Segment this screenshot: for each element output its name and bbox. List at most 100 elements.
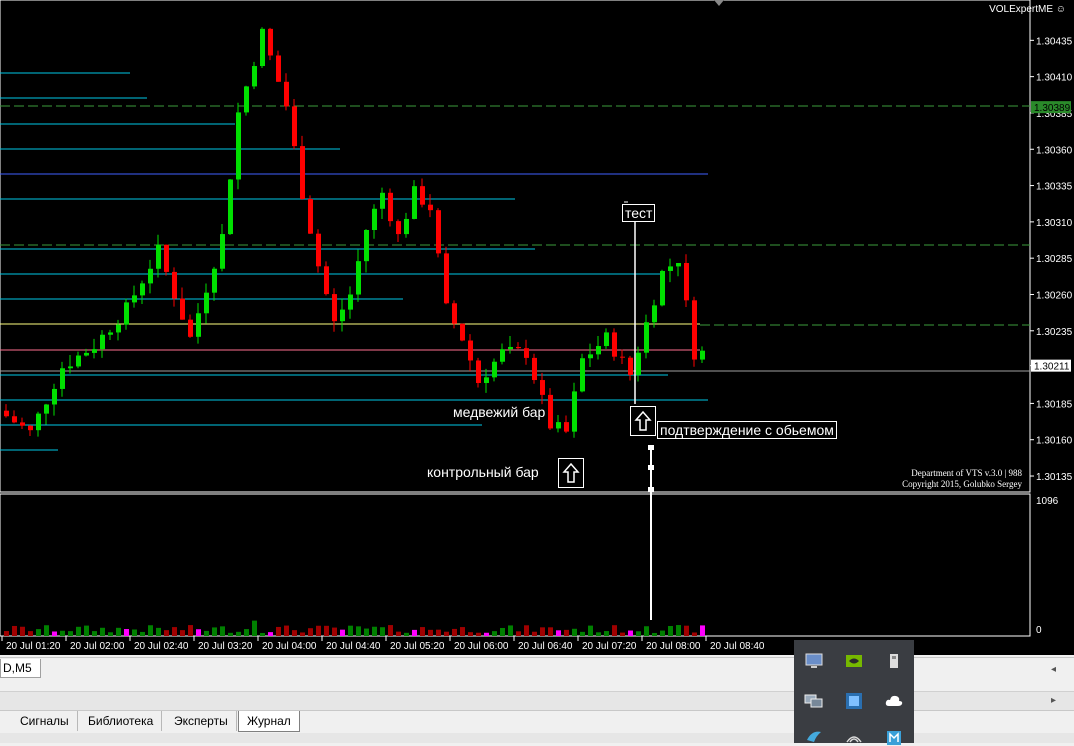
- test-annotation: тест: [622, 204, 656, 222]
- time-tick-label: 20 Jul 03:20: [198, 641, 253, 652]
- candle-body: [588, 354, 593, 359]
- price-tick-label: 1.30285: [1036, 254, 1073, 265]
- volume-bar: [460, 627, 465, 636]
- volume-bar: [436, 629, 441, 636]
- time-tick-label: 20 Jul 07:20: [582, 641, 637, 652]
- confirmation-annotation: подтверждение с обьемом: [657, 421, 837, 439]
- candle-body: [700, 350, 705, 360]
- control-bar-arrow-icon: [558, 458, 584, 488]
- wifi-icon[interactable]: [844, 728, 864, 746]
- candle-body: [596, 346, 601, 355]
- volume-bar: [52, 631, 57, 636]
- indicator-name: VOLExpertME ☺: [989, 4, 1066, 15]
- price-tick-label: 1.30410: [1036, 73, 1073, 84]
- volume-bar: [132, 629, 137, 636]
- volume-bar: [316, 625, 321, 636]
- chart-shift-marker: [714, 0, 724, 6]
- cloud-icon[interactable]: [884, 692, 904, 710]
- volume-bar: [700, 625, 705, 636]
- candle-body: [580, 358, 585, 392]
- volume-bar: [668, 626, 673, 636]
- volume-bar: [292, 630, 297, 636]
- volume-bar: [652, 632, 657, 636]
- tab-journal[interactable]: Журнал: [238, 711, 300, 732]
- candle-body: [428, 204, 433, 211]
- candle-body: [92, 349, 97, 353]
- candle-body: [476, 360, 481, 384]
- chart-area[interactable]: 1.30435 1.30410 1.30385 1.30360 1.30335 1.303…: [0, 0, 1074, 655]
- volume-bar: [220, 626, 225, 636]
- volume-bar: [268, 632, 273, 636]
- candle-body: [356, 261, 361, 295]
- candle-body: [396, 221, 401, 235]
- network-computers-icon[interactable]: [804, 692, 824, 710]
- volume-bar: [300, 632, 305, 636]
- scroll-left-icon[interactable]: ◂: [1051, 664, 1056, 675]
- candle-body: [532, 357, 537, 381]
- candle-body: [244, 86, 249, 113]
- candle-body: [292, 106, 297, 147]
- volume-bar: [364, 628, 369, 636]
- volume-bar: [4, 631, 9, 636]
- price-tick-label: 1.30310: [1036, 218, 1073, 229]
- candle-body: [492, 361, 497, 378]
- price-chart[interactable]: 1.304351.304101.303851.303601.303351.303…: [0, 0, 1074, 655]
- candle-body: [4, 410, 9, 417]
- volume-bar: [228, 632, 233, 636]
- candle-body: [124, 302, 129, 325]
- volume-bar: [124, 629, 129, 636]
- time-tick-label: 20 Jul 02:00: [70, 641, 125, 652]
- volume-bar: [524, 625, 529, 636]
- candle-body: [300, 146, 305, 199]
- candle-body: [572, 391, 577, 432]
- volume-bar: [596, 632, 601, 636]
- volume-bar: [204, 630, 209, 636]
- volume-bar: [508, 625, 513, 636]
- volume-bar: [36, 629, 41, 636]
- candle-body: [76, 355, 81, 367]
- bird-icon[interactable]: [804, 728, 824, 746]
- chart-tab-symbol[interactable]: D,M5: [0, 659, 41, 678]
- candle-body: [612, 332, 617, 357]
- candle-body: [20, 422, 25, 426]
- candle-body: [220, 234, 225, 269]
- volume-bar: [380, 627, 385, 636]
- marker-point: [648, 465, 654, 470]
- price-tick-label: 1.30135: [1036, 472, 1073, 483]
- candle-body: [484, 377, 489, 384]
- tab-signals[interactable]: Сигналы: [12, 711, 78, 731]
- marker-point: [648, 487, 654, 492]
- tab-experts[interactable]: Эксперты: [166, 711, 237, 731]
- time-tick-label: 20 Jul 05:20: [390, 641, 445, 652]
- volume-bar: [372, 626, 377, 636]
- scroll-right-icon[interactable]: ▸: [1051, 695, 1056, 706]
- volume-bar: [476, 632, 481, 636]
- volume-bar: [260, 632, 265, 636]
- price-tick-label: 1.30435: [1036, 36, 1073, 47]
- time-tick-label: 20 Jul 08:40: [710, 641, 765, 652]
- usb-drive-icon[interactable]: [884, 652, 904, 670]
- candle-body: [188, 319, 193, 337]
- volume-bar: [60, 630, 65, 636]
- nvidia-icon[interactable]: [844, 652, 864, 670]
- volume-bar: [604, 631, 609, 636]
- candle-body: [444, 253, 449, 304]
- volume-bar: [396, 631, 401, 636]
- candle-body: [620, 356, 625, 358]
- volume-bar: [644, 626, 649, 636]
- volume-bar: [100, 627, 105, 636]
- candle-body: [524, 348, 529, 358]
- candle-body: [668, 266, 673, 271]
- keyboard-layout-icon[interactable]: [844, 692, 864, 710]
- candle-body: [100, 334, 105, 350]
- volume-bar: [196, 629, 201, 636]
- volume-bar: [628, 630, 633, 636]
- candle-body: [564, 422, 569, 432]
- mail-icon[interactable]: [884, 728, 904, 746]
- tab-library[interactable]: Библиотека: [80, 711, 163, 731]
- volume-bar: [660, 630, 665, 636]
- volume-bar: [284, 625, 289, 636]
- volume-bar: [164, 630, 169, 636]
- monitor-icon[interactable]: [804, 652, 824, 670]
- candle-body: [268, 28, 273, 56]
